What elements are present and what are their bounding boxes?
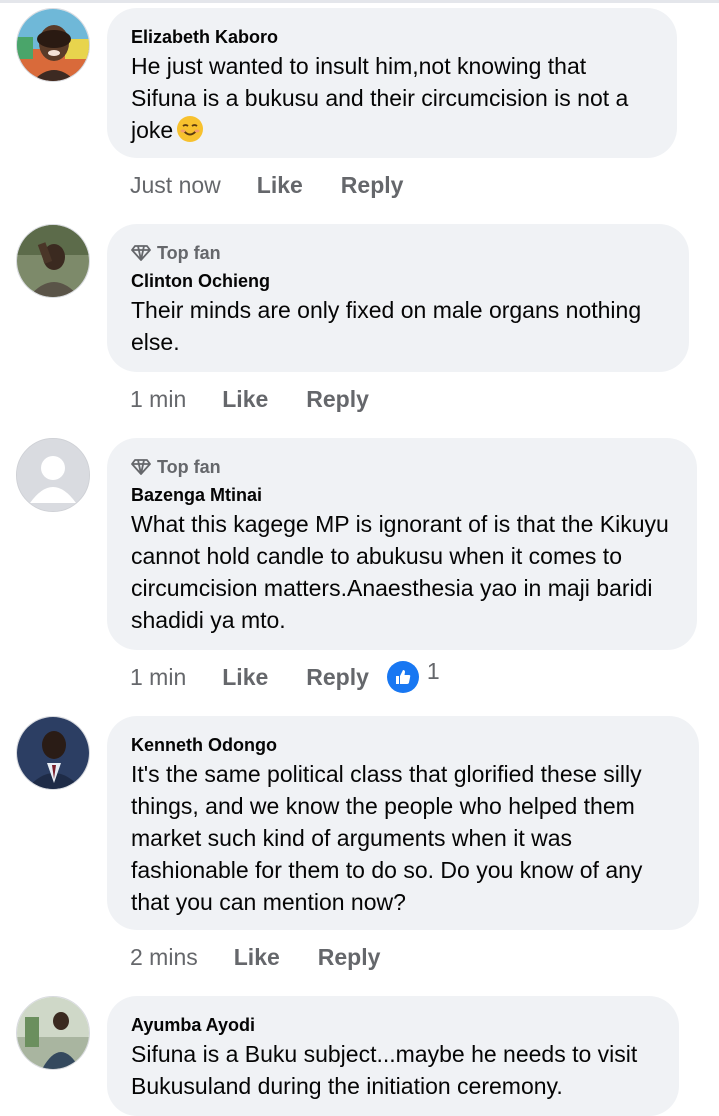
comment-actions: 1 min Like Reply [130,383,407,415]
reply-button[interactable]: Reply [318,944,381,971]
commenter-name[interactable]: Ayumba Ayodi [131,1014,657,1036]
reply-button[interactable]: Reply [306,664,369,691]
diamond-icon [131,459,151,475]
thumbs-up-icon [386,661,419,693]
like-button[interactable]: Like [222,664,268,691]
smiling-face-emoji-icon [177,116,204,142]
comment-text: He just wanted to insult him,not knowing… [131,50,655,146]
badge-label: Top fan [157,242,221,263]
comment-actions: Just now Like Reply [130,169,441,201]
top-fan-badge: Top fan [131,456,675,478]
comment-text: It's the same political class that glori… [131,761,643,915]
comment-actions: 2 mins Like Reply [130,941,418,973]
like-button[interactable]: Like [234,944,280,971]
reaction-summary[interactable]: 1 [386,657,440,693]
comment-actions: 1 min Like Reply 1 [130,657,440,693]
badge-label: Top fan [157,456,221,477]
reply-button[interactable]: Reply [341,172,404,199]
comment-bubble: Top fan Clinton Ochieng Their minds are … [107,224,689,372]
comment-bubble: Top fan Bazenga Mtinai What this kagege … [107,438,697,650]
default-avatar-icon [17,439,89,511]
comment-timestamp[interactable]: 1 min [130,386,186,413]
avatar[interactable] [16,716,90,790]
avatar[interactable] [16,438,90,512]
avatar[interactable] [16,224,90,298]
diamond-icon [131,245,151,261]
comment-bubble: Ayumba Ayodi Sifuna is a Buku subject...… [107,996,679,1116]
comment-timestamp[interactable]: 2 mins [130,944,198,971]
comment-bubble: Elizabeth Kaboro He just wanted to insul… [107,8,677,158]
reply-button[interactable]: Reply [306,386,369,413]
top-fan-badge: Top fan [131,242,667,264]
comment-text: Sifuna is a Buku subject...maybe he need… [131,1041,638,1099]
avatar[interactable] [16,996,90,1070]
commenter-name[interactable]: Kenneth Odongo [131,734,677,756]
comment-text: Their minds are only fixed on male organ… [131,297,642,355]
commenter-name[interactable]: Bazenga Mtinai [131,484,675,506]
comment-text-body: He just wanted to insult him,not knowing… [131,53,629,143]
comment-bubble: Kenneth Odongo It's the same political c… [107,716,699,930]
like-button[interactable]: Like [257,172,303,199]
top-divider [0,0,719,3]
like-button[interactable]: Like [222,386,268,413]
comment-text: What this kagege MP is ignorant of is th… [131,511,669,633]
comment-timestamp[interactable]: Just now [130,172,221,199]
commenter-name[interactable]: Clinton Ochieng [131,270,667,292]
comment-timestamp[interactable]: 1 min [130,664,186,691]
commenter-name[interactable]: Elizabeth Kaboro [131,26,655,48]
avatar[interactable] [16,8,90,82]
reaction-count: 1 [426,657,440,684]
